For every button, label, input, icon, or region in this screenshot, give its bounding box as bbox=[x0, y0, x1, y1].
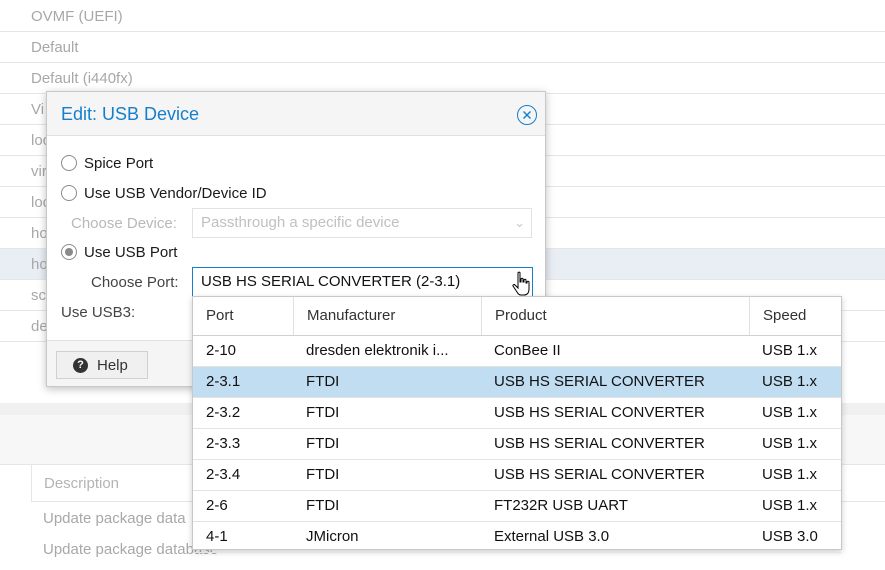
column-header-manufacturer[interactable]: Manufacturer bbox=[293, 297, 481, 335]
cell-port: 2-10 bbox=[206, 342, 237, 359]
table-row[interactable]: 2-6 FTDI FT232R USB UART USB 1.x bbox=[193, 491, 841, 522]
grid-header: Port Manufacturer Product Speed bbox=[193, 297, 841, 336]
cell-port: 2-3.2 bbox=[206, 404, 241, 421]
choose-port-value: USB HS SERIAL CONVERTER (2-3.1) bbox=[201, 273, 461, 290]
column-header-speed[interactable]: Speed bbox=[749, 297, 841, 335]
close-icon[interactable] bbox=[517, 105, 537, 125]
table-row[interactable]: 2-10 dresden elektronik i... ConBee II U… bbox=[193, 336, 841, 367]
cell-port: 2-6 bbox=[206, 497, 228, 514]
table-row-selected[interactable]: 2-3.1 FTDI USB HS SERIAL CONVERTER USB 1… bbox=[193, 367, 841, 398]
port-picker-grid: Port Manufacturer Product Speed 2-10 dre… bbox=[192, 296, 842, 553]
cell-port: 4-1 bbox=[206, 528, 228, 545]
bg-row: OVMF (UEFI) bbox=[0, 1, 885, 32]
cell-speed: USB 1.x bbox=[762, 373, 818, 390]
cell-product: FT232R USB UART bbox=[494, 497, 628, 514]
question-circle-icon: ? bbox=[73, 357, 88, 373]
radio-circle[interactable] bbox=[61, 155, 77, 171]
cell-speed: USB 1.x bbox=[762, 466, 818, 483]
combobox-trigger-icon[interactable] bbox=[510, 272, 528, 294]
table-row[interactable]: 2-3.4 FTDI USB HS SERIAL CONVERTER USB 1… bbox=[193, 460, 841, 491]
help-button[interactable]: ? Help bbox=[56, 351, 148, 379]
choose-port-combobox[interactable]: USB HS SERIAL CONVERTER (2-3.1) bbox=[192, 267, 533, 297]
cell-product: USB HS SERIAL CONVERTER bbox=[494, 404, 705, 421]
table-row[interactable]: 2-3.3 FTDI USB HS SERIAL CONVERTER USB 1… bbox=[193, 429, 841, 460]
cell-manufacturer: FTDI bbox=[306, 435, 340, 452]
table-row[interactable]: 2-3.2 FTDI USB HS SERIAL CONVERTER USB 1… bbox=[193, 398, 841, 429]
cell-manufacturer: JMicron bbox=[306, 528, 359, 545]
cell-product: External USB 3.0 bbox=[494, 528, 610, 545]
column-header-product[interactable]: Product bbox=[481, 297, 749, 335]
help-label: Help bbox=[97, 356, 128, 374]
choose-device-placeholder: Passthrough a specific device bbox=[201, 214, 400, 231]
use-usb3-label: Use USB3: bbox=[61, 304, 136, 321]
cell-speed: USB 1.x bbox=[762, 404, 818, 421]
cell-manufacturer: FTDI bbox=[306, 373, 340, 390]
radio-label: Use USB Vendor/Device ID bbox=[84, 184, 267, 202]
table-row[interactable]: 4-1 JMicron External USB 3.0 USB 3.0 bbox=[193, 522, 841, 553]
bg-task-row: Update package data bbox=[43, 510, 186, 527]
radio-spice-port[interactable]: Spice Port bbox=[61, 152, 153, 174]
cell-speed: USB 1.x bbox=[762, 342, 818, 359]
radio-vendor-device-id[interactable]: Use USB Vendor/Device ID bbox=[61, 182, 267, 204]
cell-manufacturer: dresden elektronik i... bbox=[306, 342, 449, 359]
choose-device-combobox: Passthrough a specific device ⌄ bbox=[192, 208, 532, 238]
column-header-port[interactable]: Port bbox=[193, 297, 293, 335]
bg-row: Default (i440fx) bbox=[0, 63, 885, 94]
radio-label: Spice Port bbox=[84, 154, 154, 172]
cell-product: USB HS SERIAL CONVERTER bbox=[494, 466, 705, 483]
cell-port: 2-3.3 bbox=[206, 435, 241, 452]
cell-speed: USB 1.x bbox=[762, 497, 818, 514]
radio-circle[interactable] bbox=[61, 185, 77, 201]
cell-product: USB HS SERIAL CONVERTER bbox=[494, 435, 705, 452]
cell-manufacturer: FTDI bbox=[306, 404, 340, 421]
close-x-glyph bbox=[523, 111, 531, 119]
bg-row: Default bbox=[0, 32, 885, 63]
choose-device-label: Choose Device: bbox=[71, 215, 177, 232]
radio-circle-checked[interactable] bbox=[61, 244, 77, 260]
cell-port: 2-3.4 bbox=[206, 466, 241, 483]
radio-label: Use USB Port bbox=[84, 243, 178, 261]
choose-port-label: Choose Port: bbox=[91, 274, 179, 291]
cell-speed: USB 3.0 bbox=[762, 528, 818, 545]
radio-usb-port[interactable]: Use USB Port bbox=[61, 241, 177, 263]
dialog-header: Edit: USB Device bbox=[47, 92, 545, 136]
cell-product: USB HS SERIAL CONVERTER bbox=[494, 373, 705, 390]
dialog-title: Edit: USB Device bbox=[61, 104, 200, 124]
cell-port: 2-3.1 bbox=[206, 373, 241, 390]
cell-manufacturer: FTDI bbox=[306, 497, 340, 514]
chevron-down-icon: ⌄ bbox=[514, 215, 525, 230]
cell-speed: USB 1.x bbox=[762, 435, 818, 452]
cell-manufacturer: FTDI bbox=[306, 466, 340, 483]
cell-product: ConBee II bbox=[494, 342, 561, 359]
